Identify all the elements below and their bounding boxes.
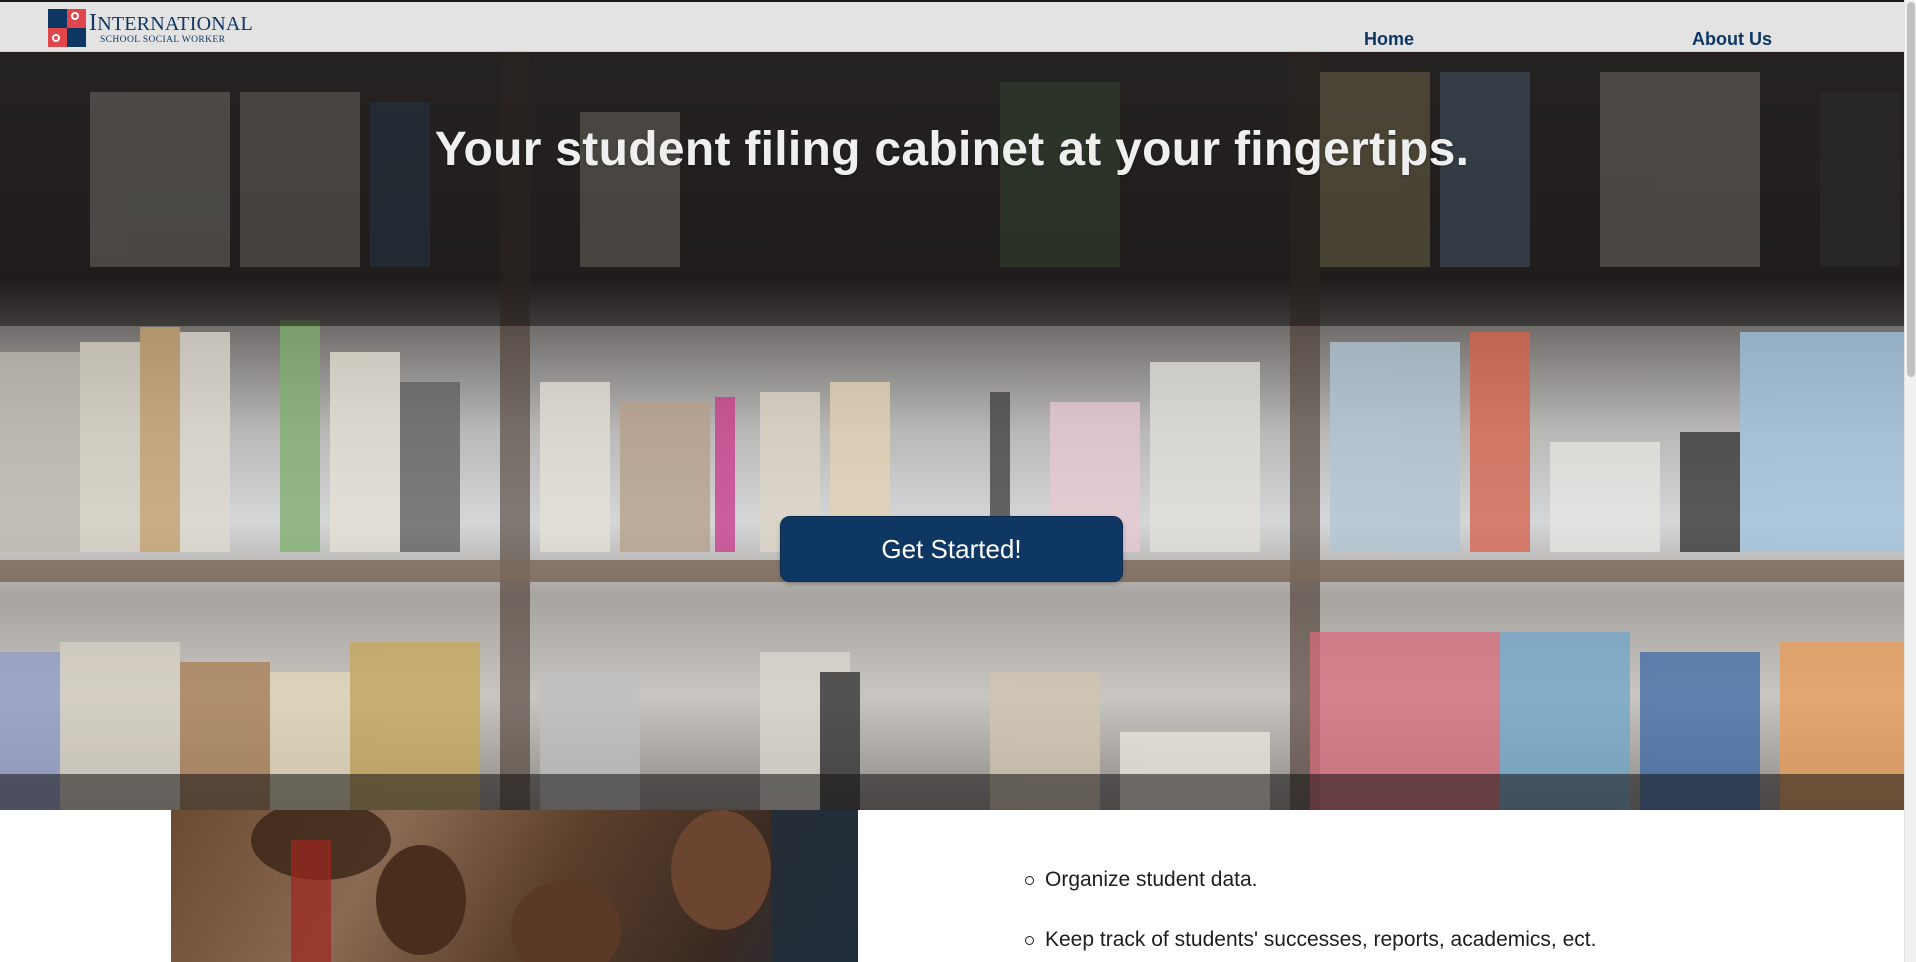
nav-link-about-us[interactable]: About Us [1692,29,1772,50]
logo-title: NTERNATIONAL [97,12,253,35]
feature-list: Organize student data. Keep track of stu… [1025,868,1596,962]
hero-title: Your student filing cabinet at your fing… [434,123,1470,176]
hero-dark-overlay-bottom [0,774,1904,810]
children-photo [171,810,858,962]
children-photo-image [251,810,858,962]
nav-link-home[interactable]: Home [1364,29,1414,50]
top-navbar: INTERNATIONAL SCHOOL SOCIAL WORKER Home … [0,0,1904,52]
logo-initial: I [89,9,98,36]
feature-item: Keep track of students' successes, repor… [1025,928,1596,952]
site-logo[interactable]: INTERNATIONAL SCHOOL SOCIAL WORKER [48,8,253,48]
puzzle-logo-icon [48,9,86,47]
hero-dark-overlay [0,52,1904,326]
get-started-button[interactable]: Get Started! [780,516,1123,582]
hero-section: Your student filing cabinet at your fing… [0,52,1904,810]
logo-subtitle: SCHOOL SOCIAL WORKER [100,34,226,45]
feature-item: Organize student data. [1025,868,1596,892]
page-scrollbar[interactable] [1904,0,1916,962]
scrollbar-thumb[interactable] [1907,2,1915,377]
logo-wordmark: INTERNATIONAL SCHOOL SOCIAL WORKER [89,11,253,46]
